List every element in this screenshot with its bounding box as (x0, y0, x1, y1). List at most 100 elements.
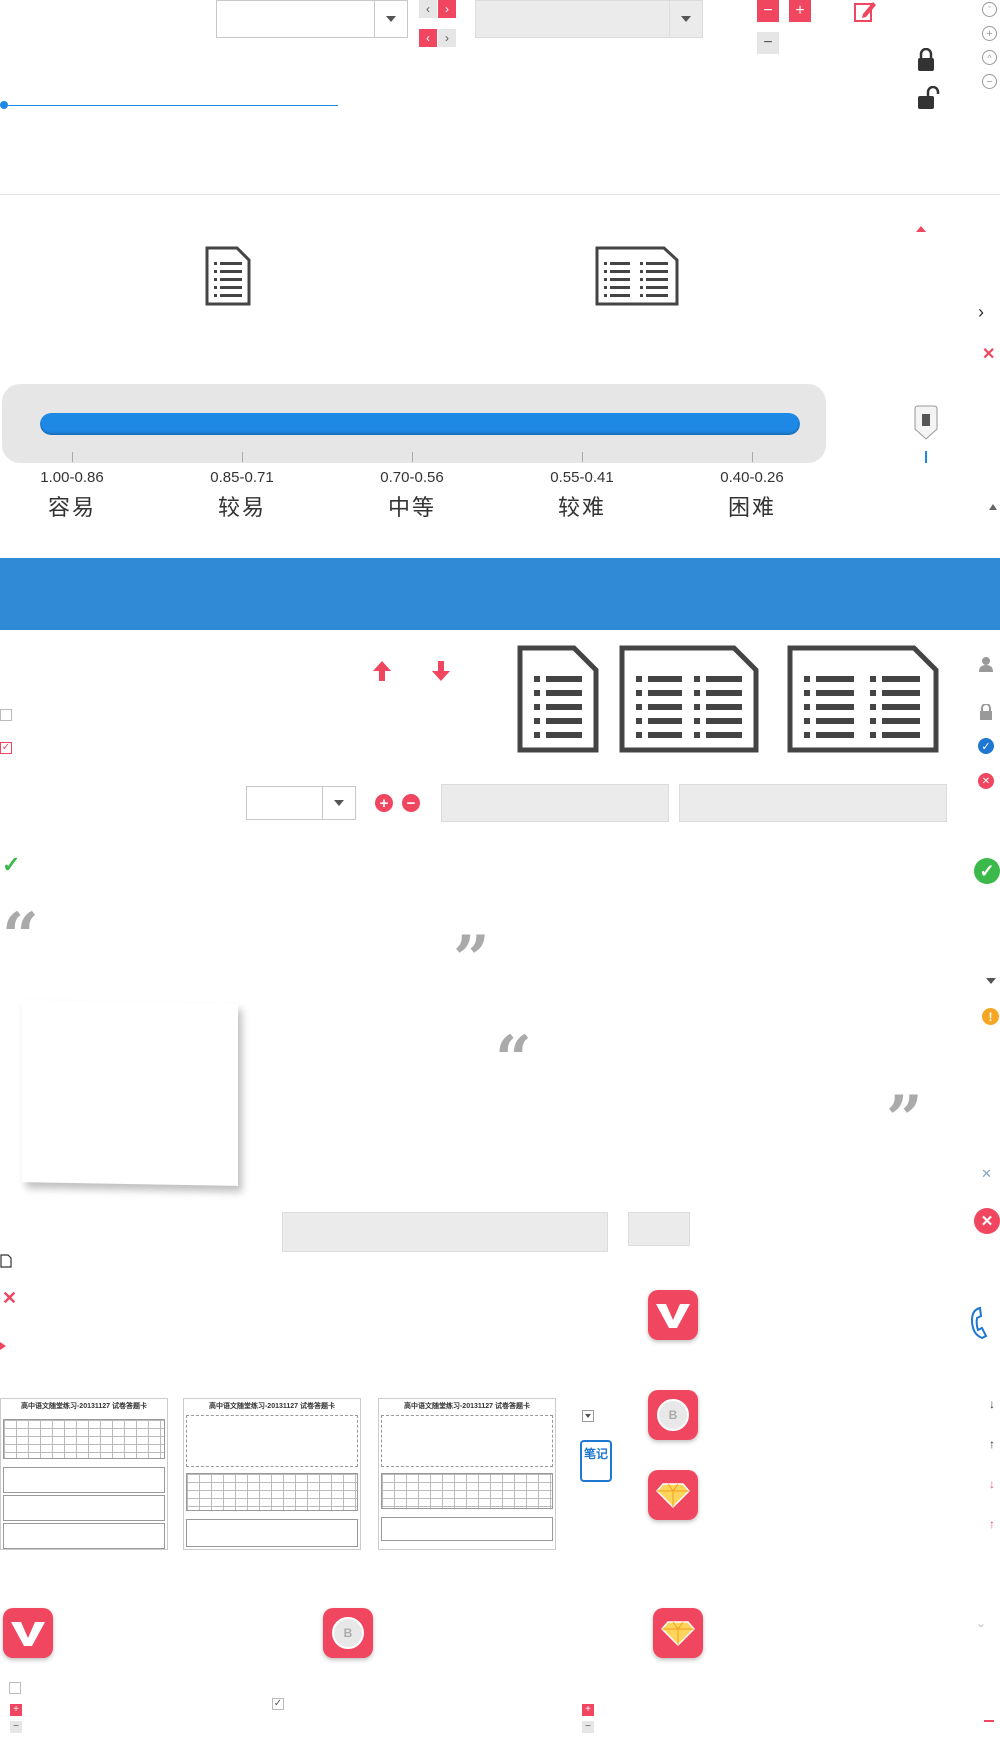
diamond-app-icon[interactable] (653, 1608, 703, 1658)
add-circle-button[interactable]: + (375, 794, 393, 812)
check-icon: ✓ (2, 852, 21, 877)
arrow-up-small-pink-icon[interactable]: ↑ (989, 1517, 995, 1531)
caret-up-icon[interactable] (989, 504, 997, 510)
document-icon[interactable] (204, 245, 252, 307)
page-next-button-inactive[interactable]: › (438, 29, 456, 47)
warning-icon: ! (982, 1008, 999, 1025)
close-icon[interactable]: ✕ (2, 1288, 17, 1309)
close-circle-icon[interactable]: ✕ (978, 773, 994, 789)
paper-card (22, 1000, 238, 1186)
two-column-document-icon[interactable] (594, 245, 680, 307)
diamond-app-icon[interactable] (648, 1470, 698, 1520)
arrow-down-small-icon[interactable]: ↓ (989, 1397, 995, 1411)
answer-sheet-info (381, 1415, 553, 1467)
arrow-down-icon[interactable] (430, 660, 452, 682)
answer-sheet-title: 高中语文随堂练习-20131127 试卷答题卡 (208, 1403, 336, 1410)
lock-small-icon[interactable] (979, 704, 993, 720)
chevron-down-icon[interactable] (374, 1, 407, 37)
minus-small-button[interactable]: − (10, 1721, 22, 1733)
user-icon[interactable] (978, 656, 994, 672)
checkbox-checked[interactable]: ✓ (272, 1698, 284, 1710)
page-prev-button-active[interactable]: ‹ (419, 29, 437, 47)
plus-small-button[interactable]: + (582, 1704, 594, 1716)
close-circle-large-icon[interactable]: ✕ (974, 1208, 1000, 1234)
minus-button[interactable]: − (757, 0, 779, 22)
phone-icon[interactable] (968, 1306, 990, 1340)
range-track[interactable] (4, 105, 338, 106)
unlock-icon[interactable] (915, 86, 941, 110)
two-column-document-large-icon[interactable] (618, 644, 760, 754)
caret-right-icon[interactable] (0, 1342, 6, 1350)
dropdown-toggle-icon[interactable] (582, 1410, 594, 1422)
note-icon[interactable]: 笔记 (580, 1440, 612, 1482)
check-circle-icon[interactable]: ✓ (978, 738, 994, 754)
difficulty-fill (40, 413, 800, 435)
difficulty-slider[interactable] (2, 384, 826, 463)
b-coin-app-icon[interactable]: B (323, 1608, 373, 1658)
minus-small-button[interactable]: − (582, 1721, 594, 1733)
b-coin-app-icon[interactable]: B (648, 1390, 698, 1440)
arrow-up-icon[interactable] (371, 660, 393, 682)
close-small-icon[interactable]: ✕ (981, 1166, 992, 1182)
range-handle[interactable] (0, 101, 8, 109)
select-dropdown-3[interactable] (246, 786, 356, 820)
plus-small-button[interactable]: + (10, 1704, 22, 1716)
page-prev-button[interactable]: ‹ (419, 0, 437, 18)
chevron-down-light-icon[interactable]: ˇ (978, 1622, 984, 1643)
caret-up-icon[interactable] (916, 226, 926, 232)
difficulty-level[interactable]: 1.00-0.86 容易 (12, 469, 132, 522)
difficulty-name: 容易 (47, 495, 96, 520)
difficulty-range: 0.85-0.71 (210, 469, 274, 486)
three-column-document-large-icon[interactable] (786, 644, 940, 754)
caret-down-icon[interactable] (986, 978, 996, 984)
close-icon[interactable]: ✕ (982, 344, 995, 364)
arrow-up-small-icon[interactable]: ↑ (989, 1437, 995, 1451)
answer-sheet-1[interactable]: 高中语文随堂练习-20131127 试卷答题卡 (0, 1398, 168, 1550)
input-field-2[interactable] (679, 784, 947, 822)
select-dropdown-1[interactable] (216, 0, 408, 38)
answer-sheet-info (186, 1415, 358, 1467)
v-app-icon[interactable] (3, 1608, 53, 1658)
difficulty-level[interactable]: 0.55-0.41 较难 (522, 469, 642, 522)
checkbox-checked[interactable]: ✓ (0, 742, 12, 754)
arrow-down-small-pink-icon[interactable]: ↓ (989, 1477, 995, 1491)
checkbox-unchecked[interactable] (0, 709, 12, 721)
select-dropdown-2[interactable] (475, 0, 703, 38)
answer-sheet-box (3, 1523, 165, 1549)
input-field-1[interactable] (441, 784, 669, 822)
difficulty-level[interactable]: 0.40-0.26 困难 (692, 469, 812, 522)
minus-button-disabled[interactable]: − (757, 32, 779, 54)
minus-circle-icon[interactable]: − (982, 74, 997, 89)
plus-circle-icon[interactable]: + (982, 26, 997, 41)
difficulty-tick (242, 452, 243, 462)
difficulty-track[interactable] (40, 413, 800, 435)
document-large-icon[interactable] (516, 644, 600, 754)
difficulty-range: 0.70-0.56 (380, 469, 444, 486)
remove-circle-button[interactable]: − (402, 794, 420, 812)
copy-icon[interactable] (0, 1254, 12, 1268)
page-next-button[interactable]: › (438, 0, 456, 18)
edit-icon[interactable] (853, 0, 877, 24)
lock-icon[interactable] (915, 48, 937, 72)
v-app-icon[interactable] (648, 1290, 698, 1340)
chevron-down-icon[interactable] (669, 1, 702, 37)
input-field-4[interactable] (628, 1212, 690, 1246)
difficulty-range: 1.00-0.86 (40, 469, 104, 486)
chevron-up-circle-icon[interactable]: ^ (982, 50, 997, 65)
answer-sheet-3[interactable]: 高中语文随堂练习-20131127 试卷答题卡 (378, 1398, 556, 1550)
input-field-3[interactable] (282, 1212, 608, 1252)
slider-thumb-icon[interactable] (913, 405, 939, 445)
difficulty-level[interactable]: 0.70-0.56 中等 (352, 469, 472, 522)
plus-button[interactable]: + (789, 0, 811, 22)
difficulty-level[interactable]: 0.85-0.71 较易 (182, 469, 302, 522)
chevron-right-icon[interactable]: › (978, 302, 984, 323)
difficulty-tick (72, 452, 73, 462)
difficulty-tick (752, 452, 753, 462)
minus-pink-icon[interactable] (984, 1720, 994, 1722)
checkbox-unchecked[interactable] (9, 1682, 21, 1694)
difficulty-range: 0.40-0.26 (720, 469, 784, 486)
chevron-down-icon[interactable] (322, 787, 355, 819)
answer-sheet-2[interactable]: 高中语文随堂练习-20131127 试卷答题卡 (183, 1398, 361, 1550)
chevron-down-circle-icon[interactable]: ˇ (982, 2, 997, 17)
answer-sheet-grid (186, 1473, 358, 1511)
